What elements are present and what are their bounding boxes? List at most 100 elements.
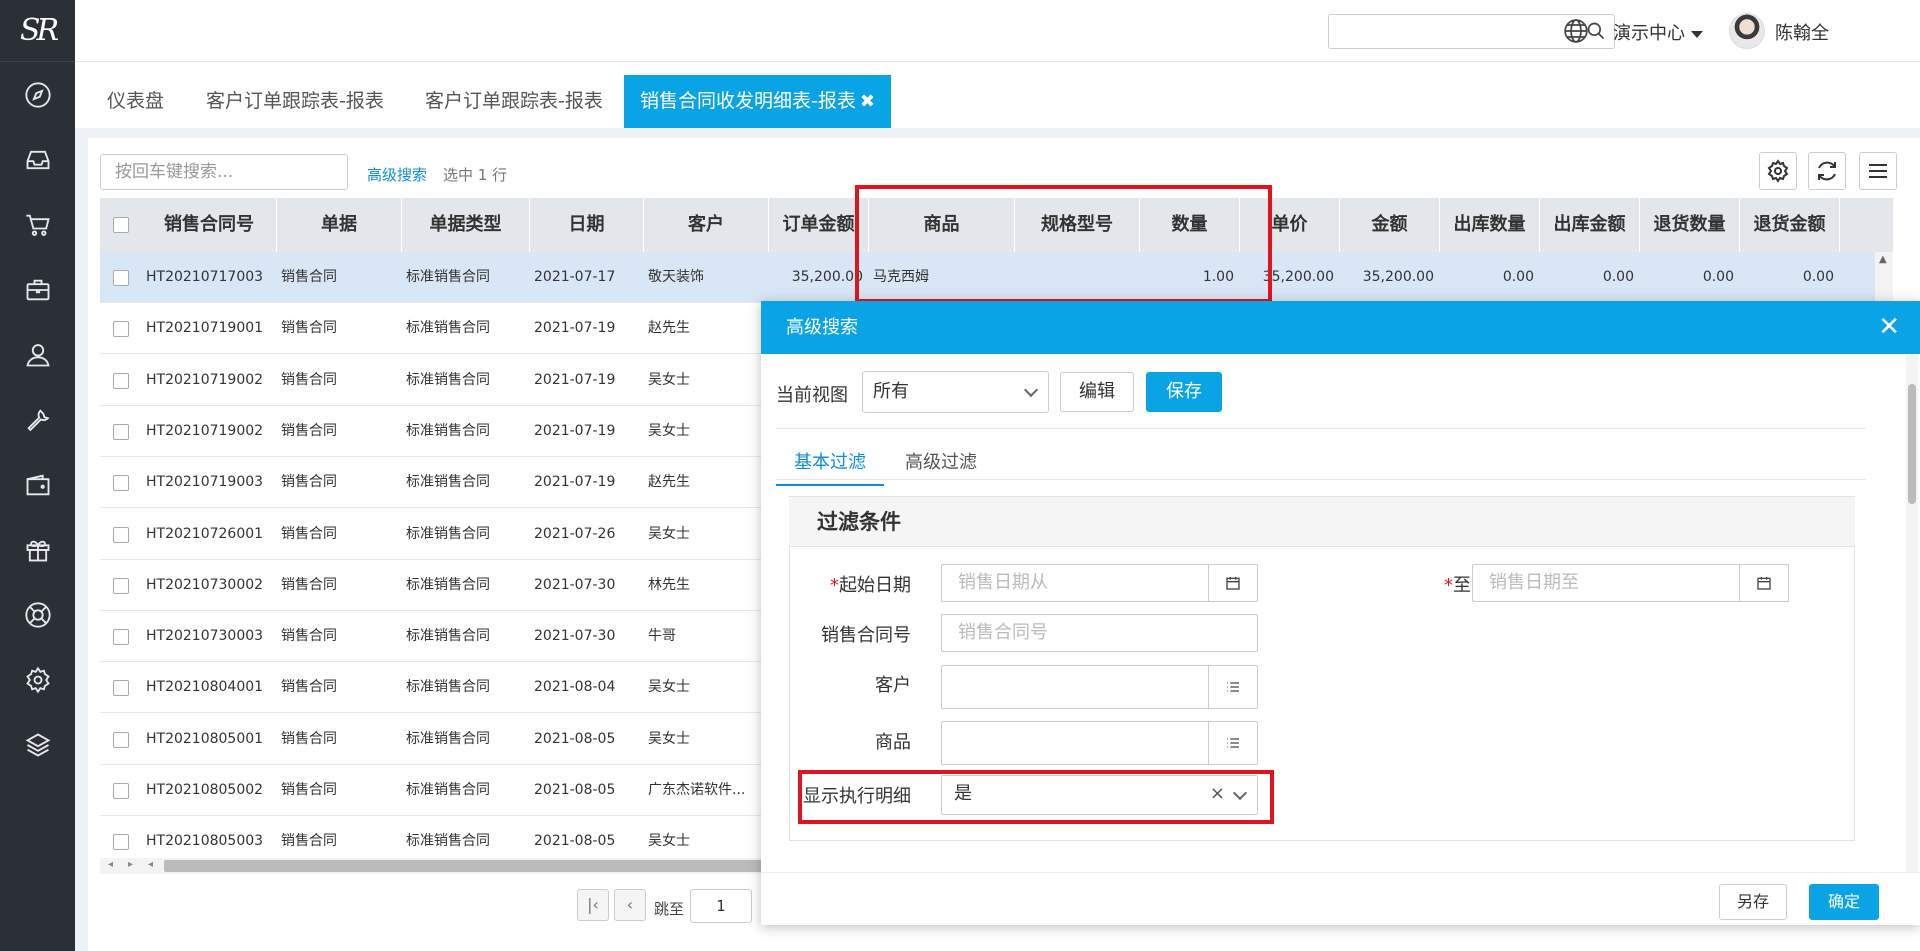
cell-doc: 销售合同	[281, 422, 337, 439]
start-date-label: *起始日期	[830, 575, 911, 596]
globe-icon[interactable]	[1563, 18, 1589, 44]
calendar-icon[interactable]	[1739, 564, 1789, 602]
row-checkbox[interactable]	[113, 475, 129, 492]
scroll-thumb[interactable]	[1908, 384, 1916, 504]
cell-order-amount: 35,200.00	[791, 269, 863, 285]
view-select[interactable]: 所有	[862, 371, 1049, 413]
col-customer[interactable]: 客户	[644, 198, 769, 252]
customer-input[interactable]	[941, 665, 1258, 709]
cell-doc-type: 标准销售合同	[406, 320, 490, 337]
col-date[interactable]: 日期	[530, 198, 644, 252]
col-out-amount[interactable]: 出库金额	[1540, 198, 1640, 252]
tab-dashboard[interactable]: 仪表盘	[91, 75, 180, 128]
tab-order-tracking-2[interactable]: 客户订单跟踪表-报表	[409, 75, 619, 128]
page-number-input[interactable]: 1	[690, 889, 752, 923]
search-icon[interactable]	[1586, 21, 1606, 41]
close-icon[interactable]: ✖	[860, 91, 875, 112]
col-doc[interactable]: 单据	[277, 198, 402, 252]
end-date-input[interactable]: 销售日期至	[1472, 564, 1789, 602]
save-as-button[interactable]: 另存	[1719, 884, 1787, 920]
end-date-label: *至	[1444, 575, 1471, 596]
product-input[interactable]	[941, 721, 1258, 765]
col-order-amount[interactable]: 订单金额	[769, 198, 869, 252]
row-checkbox[interactable]	[113, 526, 129, 543]
row-checkbox[interactable]	[113, 423, 129, 440]
cell-customer: 敬天装饰	[648, 269, 704, 285]
avatar[interactable]	[1729, 13, 1765, 49]
cart-icon[interactable]	[0, 192, 75, 257]
scroll-right-icon[interactable]: ▸	[128, 859, 133, 870]
lifebuoy-icon[interactable]	[0, 582, 75, 647]
scroll-thumb[interactable]	[164, 860, 814, 872]
gift-icon[interactable]	[0, 517, 75, 582]
confirm-button[interactable]: 确定	[1809, 884, 1879, 920]
inbox-icon[interactable]	[0, 127, 75, 192]
cell-date: 2021-08-04	[534, 679, 616, 696]
org-switcher[interactable]: 演示中心	[1613, 19, 1703, 45]
row-checkbox[interactable]	[113, 731, 129, 748]
filter-title: 过滤条件	[789, 497, 1855, 547]
cell-doc-type: 标准销售合同	[406, 679, 490, 696]
contract-no-input[interactable]: 销售合同号	[941, 614, 1258, 652]
cell-out-amount: 0.00	[1602, 269, 1634, 285]
dialog-scrollbar[interactable]	[1906, 354, 1918, 872]
col-doc-type[interactable]: 单据类型	[402, 198, 530, 252]
wallet-icon[interactable]	[0, 452, 75, 517]
annotation-highlight-columns	[855, 185, 1272, 303]
scroll-up-icon[interactable]: ▲	[1879, 254, 1887, 265]
col-out-qty[interactable]: 出库数量	[1440, 198, 1540, 252]
org-name: 演示中心	[1613, 23, 1685, 44]
row-checkbox[interactable]	[113, 629, 129, 646]
close-icon[interactable]: ✕	[1878, 301, 1900, 354]
list-icon[interactable]	[1208, 721, 1258, 765]
first-page-button[interactable]: |‹	[577, 889, 609, 921]
cell-return-amount: 0.00	[1802, 269, 1834, 285]
divider	[776, 479, 1866, 480]
col-return-amount[interactable]: 退货金额	[1740, 198, 1840, 252]
row-checkbox[interactable]	[113, 577, 129, 594]
scroll-left-icon[interactable]: ◂	[108, 859, 113, 870]
column-settings-button[interactable]	[1759, 152, 1797, 190]
scroll-left-icon[interactable]: ◂	[148, 859, 153, 870]
cell-date: 2021-08-05	[534, 730, 616, 747]
cell-doc-type: 标准销售合同	[406, 782, 490, 798]
row-checkbox[interactable]	[113, 321, 129, 338]
calendar-icon[interactable]	[1208, 564, 1258, 602]
prev-page-button[interactable]: ‹	[614, 889, 646, 921]
gear-icon	[1767, 159, 1789, 183]
cell-out-qty: 0.00	[1502, 269, 1534, 285]
required-mark: *	[1444, 575, 1453, 596]
col-contract-no[interactable]: 销售合同号	[142, 198, 277, 252]
tab-order-tracking-1[interactable]: 客户订单跟踪表-报表	[190, 75, 400, 128]
tab-advanced-filter[interactable]: 高级过滤	[905, 448, 977, 474]
col-return-qty[interactable]: 退货数量	[1640, 198, 1740, 252]
table-search-input[interactable]: 按回车键搜索...	[100, 154, 348, 190]
tab-basic-filter[interactable]: 基本过滤	[776, 448, 884, 486]
edit-view-button[interactable]: 编辑	[1060, 372, 1134, 412]
row-checkbox[interactable]	[113, 783, 129, 799]
tab-sales-contract-detail[interactable]: 销售合同收发明细表-报表 ✖	[624, 75, 891, 128]
col-amount[interactable]: 金额	[1340, 198, 1440, 252]
wrench-icon[interactable]	[0, 387, 75, 452]
user-name[interactable]: 陈翰全	[1775, 19, 1829, 45]
row-checkbox[interactable]	[113, 372, 129, 389]
settings-icon[interactable]	[0, 647, 75, 712]
start-date-input[interactable]: 销售日期从	[941, 564, 1258, 602]
briefcase-icon[interactable]	[0, 257, 75, 322]
user-icon[interactable]	[0, 322, 75, 387]
app-logo[interactable]: SR	[0, 0, 75, 62]
refresh-button[interactable]	[1808, 152, 1846, 190]
tab-bar: 仪表盘 客户订单跟踪表-报表 客户订单跟踪表-报表 销售合同收发明细表-报表 ✖	[75, 62, 1920, 128]
row-checkbox[interactable]	[113, 680, 129, 697]
advanced-search-link[interactable]: 高级搜索	[367, 164, 427, 185]
list-icon[interactable]	[1208, 665, 1258, 709]
save-view-button[interactable]: 保存	[1146, 372, 1222, 412]
layers-icon[interactable]	[0, 712, 75, 777]
cell-contract-no: HT20210719001	[146, 320, 264, 337]
cell-contract-no: HT20210805001	[146, 730, 264, 747]
menu-button[interactable]	[1859, 152, 1897, 190]
select-all-checkbox[interactable]	[113, 217, 129, 233]
row-checkbox[interactable]	[113, 834, 129, 851]
compass-icon[interactable]	[0, 62, 75, 127]
row-checkbox[interactable]	[113, 270, 129, 286]
